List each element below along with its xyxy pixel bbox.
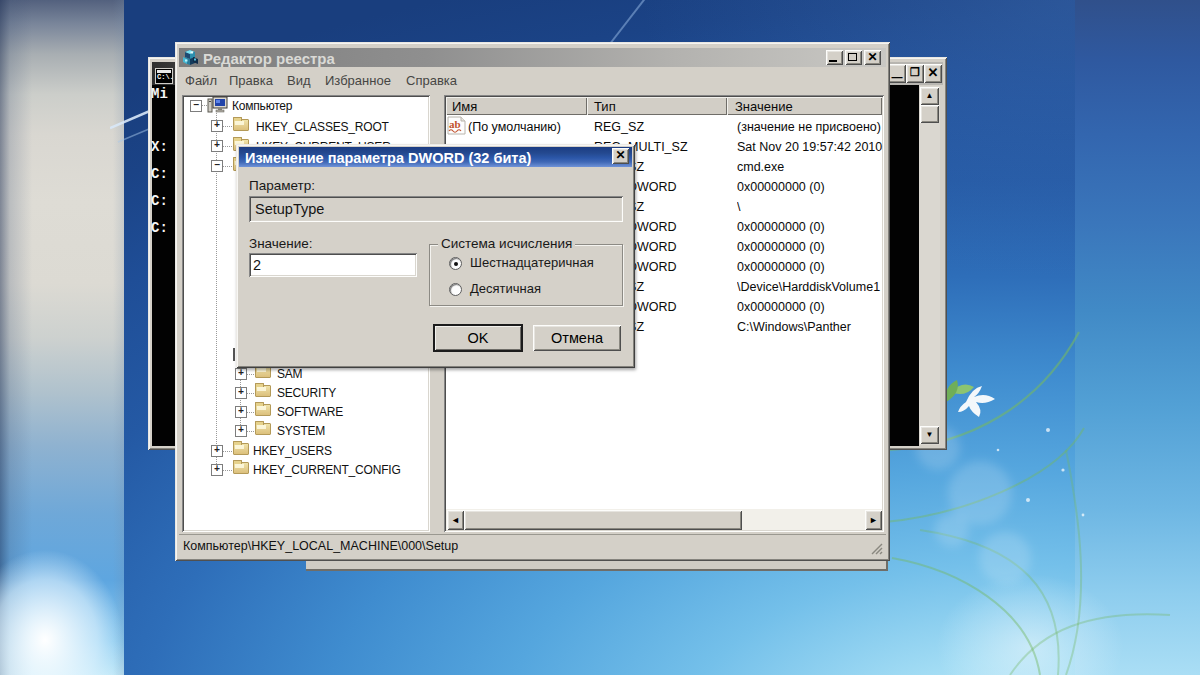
svg-text:ab: ab xyxy=(449,118,461,130)
